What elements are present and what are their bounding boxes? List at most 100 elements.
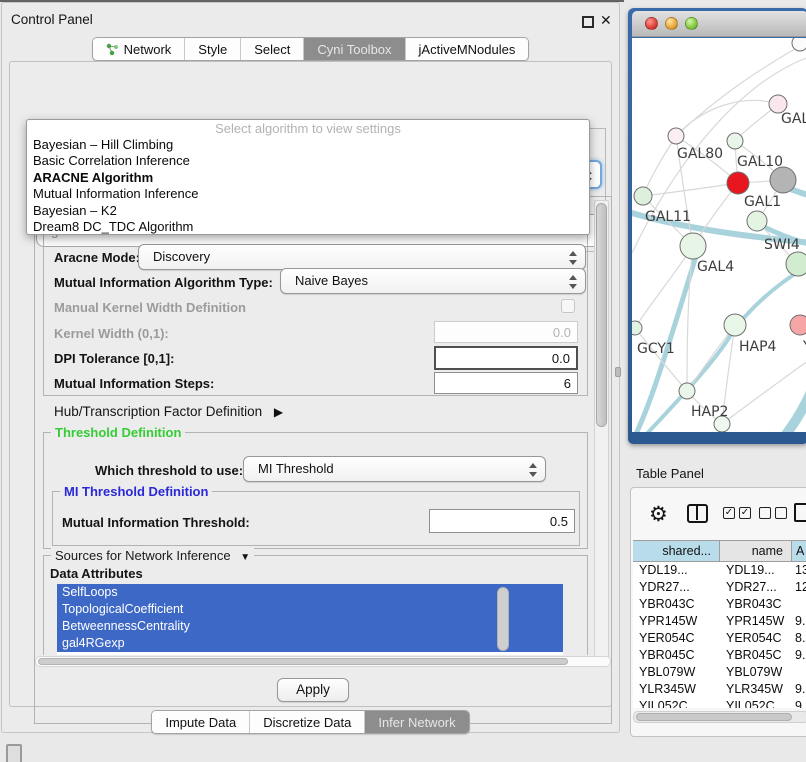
network-node[interactable] [724,314,746,336]
minimize-traffic-light-icon[interactable] [665,17,678,30]
table-row[interactable]: YBR043CYBR043C [633,596,806,613]
table-cell[interactable]: YBR043C [633,596,720,613]
table-row[interactable]: YPR145WYPR145W9. [633,613,806,630]
tab-cyni-toolbox[interactable]: Cyni Toolbox [304,38,405,60]
dropdown-item[interactable]: Dream8 DC_TDC Algorithm [27,219,589,235]
aracne-mode-combobox[interactable]: Discovery [138,244,586,270]
table-cell[interactable]: YPR145W [720,613,792,630]
table-cell[interactable]: 9. [792,647,806,664]
tab-discretize-data[interactable]: Discretize Data [250,711,365,733]
dropdown-item[interactable]: Basic Correlation Inference [27,153,589,169]
table-cell[interactable]: 13 [792,562,806,579]
table-row[interactable]: YIL052CYIL052C9 [633,698,806,708]
tab-style[interactable]: Style [185,38,241,60]
dropdown-item[interactable]: Bayesian – K2 [27,203,589,219]
mi-threshold-field[interactable] [429,509,575,533]
table-cell[interactable]: YBL079W [720,664,792,681]
dpi-tolerance-field[interactable] [434,346,578,370]
network-edge[interactable] [643,136,676,196]
table-cell[interactable]: YDR27... [633,579,720,596]
deselect-all-columns-icon[interactable] [759,507,787,519]
document-icon[interactable] [794,503,806,522]
attributes-scrollbar-thumb[interactable] [497,587,509,651]
table-cell[interactable]: YDR27... [720,579,792,596]
network-node[interactable] [632,321,642,335]
network-node[interactable] [747,211,767,231]
mi-steps-field[interactable] [434,372,578,394]
table-cell[interactable]: 12 [792,579,806,596]
close-icon[interactable]: ✕ [600,12,612,29]
network-node[interactable] [790,315,806,335]
sources-title[interactable]: Sources for Network Inference ▼ [51,548,254,563]
network-node[interactable] [680,233,706,259]
table-cell[interactable]: YBR045C [633,647,720,664]
table-row[interactable]: YDR27...YDR27...12 [633,579,806,596]
network-node[interactable] [786,252,806,276]
minimized-panel-icon[interactable] [6,744,22,762]
tab-jactivemnodules[interactable]: jActiveMNodules [406,38,529,60]
tab-infer-network[interactable]: Infer Network [365,711,468,733]
dropdown-item[interactable]: Bayesian – Hill Climbing [27,137,589,153]
tab-network[interactable]: Network [93,38,186,60]
tab-impute-data[interactable]: Impute Data [152,711,250,733]
zoom-traffic-light-icon[interactable] [685,17,698,30]
hub-definition-label[interactable]: Hub/Transcription Factor Definition ▶ [54,404,283,419]
manual-kernel-width-checkbox[interactable] [561,299,575,313]
table-column-header[interactable]: A [792,541,806,561]
table-column-header[interactable]: shared... [633,541,720,561]
network-window-titlebar[interactable] [632,11,806,37]
table-cell[interactable] [792,596,806,613]
table-cell[interactable]: YDL19... [720,562,792,579]
table-cell[interactable]: YIL052C [633,698,720,708]
settings-hscroll-track[interactable] [35,656,611,667]
column-layout-icon[interactable] [687,504,708,523]
tab-select[interactable]: Select [241,38,304,60]
settings-hscroll-thumb[interactable] [38,658,568,665]
table-cell[interactable]: YBR045C [720,647,792,664]
table-row[interactable]: YER054CYER054C8. [633,630,806,647]
table-hscroll-track[interactable] [633,711,806,723]
network-canvas[interactable]: GALGAL80GAL10GAL1GAL11GAL4SWI4GCY1HAP4YH… [632,38,806,432]
table-row[interactable]: YBR045CYBR045C9. [633,647,806,664]
which-threshold-combobox[interactable]: MI Threshold [243,456,546,482]
close-traffic-light-icon[interactable] [645,17,658,30]
splitter-grip[interactable] [615,367,621,377]
select-all-columns-icon[interactable]: ✓ ✓ [723,507,751,519]
table-cell[interactable]: YLR345W [720,681,792,698]
table-row[interactable]: YBL079WYBL079W [633,664,806,681]
table-cell[interactable]: 9 [792,698,806,708]
network-edge-strong[interactable] [770,390,806,432]
gear-icon[interactable]: ⚙ [649,501,668,527]
network-edge[interactable] [635,328,687,391]
network-node[interactable] [727,133,743,149]
attribute-list-item[interactable]: BetweennessCentrality [57,618,563,635]
dropdown-item[interactable]: Mutual Information Inference [27,186,589,202]
settings-vscroll-thumb[interactable] [596,203,607,427]
table-cell[interactable]: YBL079W [633,664,720,681]
network-node[interactable] [679,383,695,399]
network-node[interactable] [634,187,652,205]
table-cell[interactable]: YER054C [720,630,792,647]
dropdown-item[interactable]: ARACNE Algorithm [27,170,589,186]
network-edge[interactable] [643,183,738,196]
table-cell[interactable]: YBR043C [720,596,792,613]
table-cell[interactable]: YLR345W [633,681,720,698]
table-cell[interactable]: YPR145W [633,613,720,630]
table-cell[interactable]: 9. [792,681,806,698]
apply-button[interactable]: Apply [277,678,349,702]
table-cell[interactable]: 8. [792,630,806,647]
network-node[interactable] [668,128,684,144]
network-node[interactable] [792,38,806,51]
table-cell[interactable]: YIL052C [720,698,792,708]
network-node[interactable] [770,167,796,193]
network-edge[interactable] [687,325,735,391]
network-edge[interactable] [676,100,778,136]
attribute-list-item[interactable]: TopologicalCoefficient [57,601,563,618]
table-cell[interactable] [792,664,806,681]
table-cell[interactable]: 9. [792,613,806,630]
table-row[interactable]: YDL19...YDL19...13 [633,562,806,579]
network-edge[interactable] [722,358,806,424]
network-node[interactable] [727,172,749,194]
kernel-width-field[interactable] [434,321,578,343]
mi-algorithm-type-combobox[interactable]: Naive Bayes [280,268,586,294]
